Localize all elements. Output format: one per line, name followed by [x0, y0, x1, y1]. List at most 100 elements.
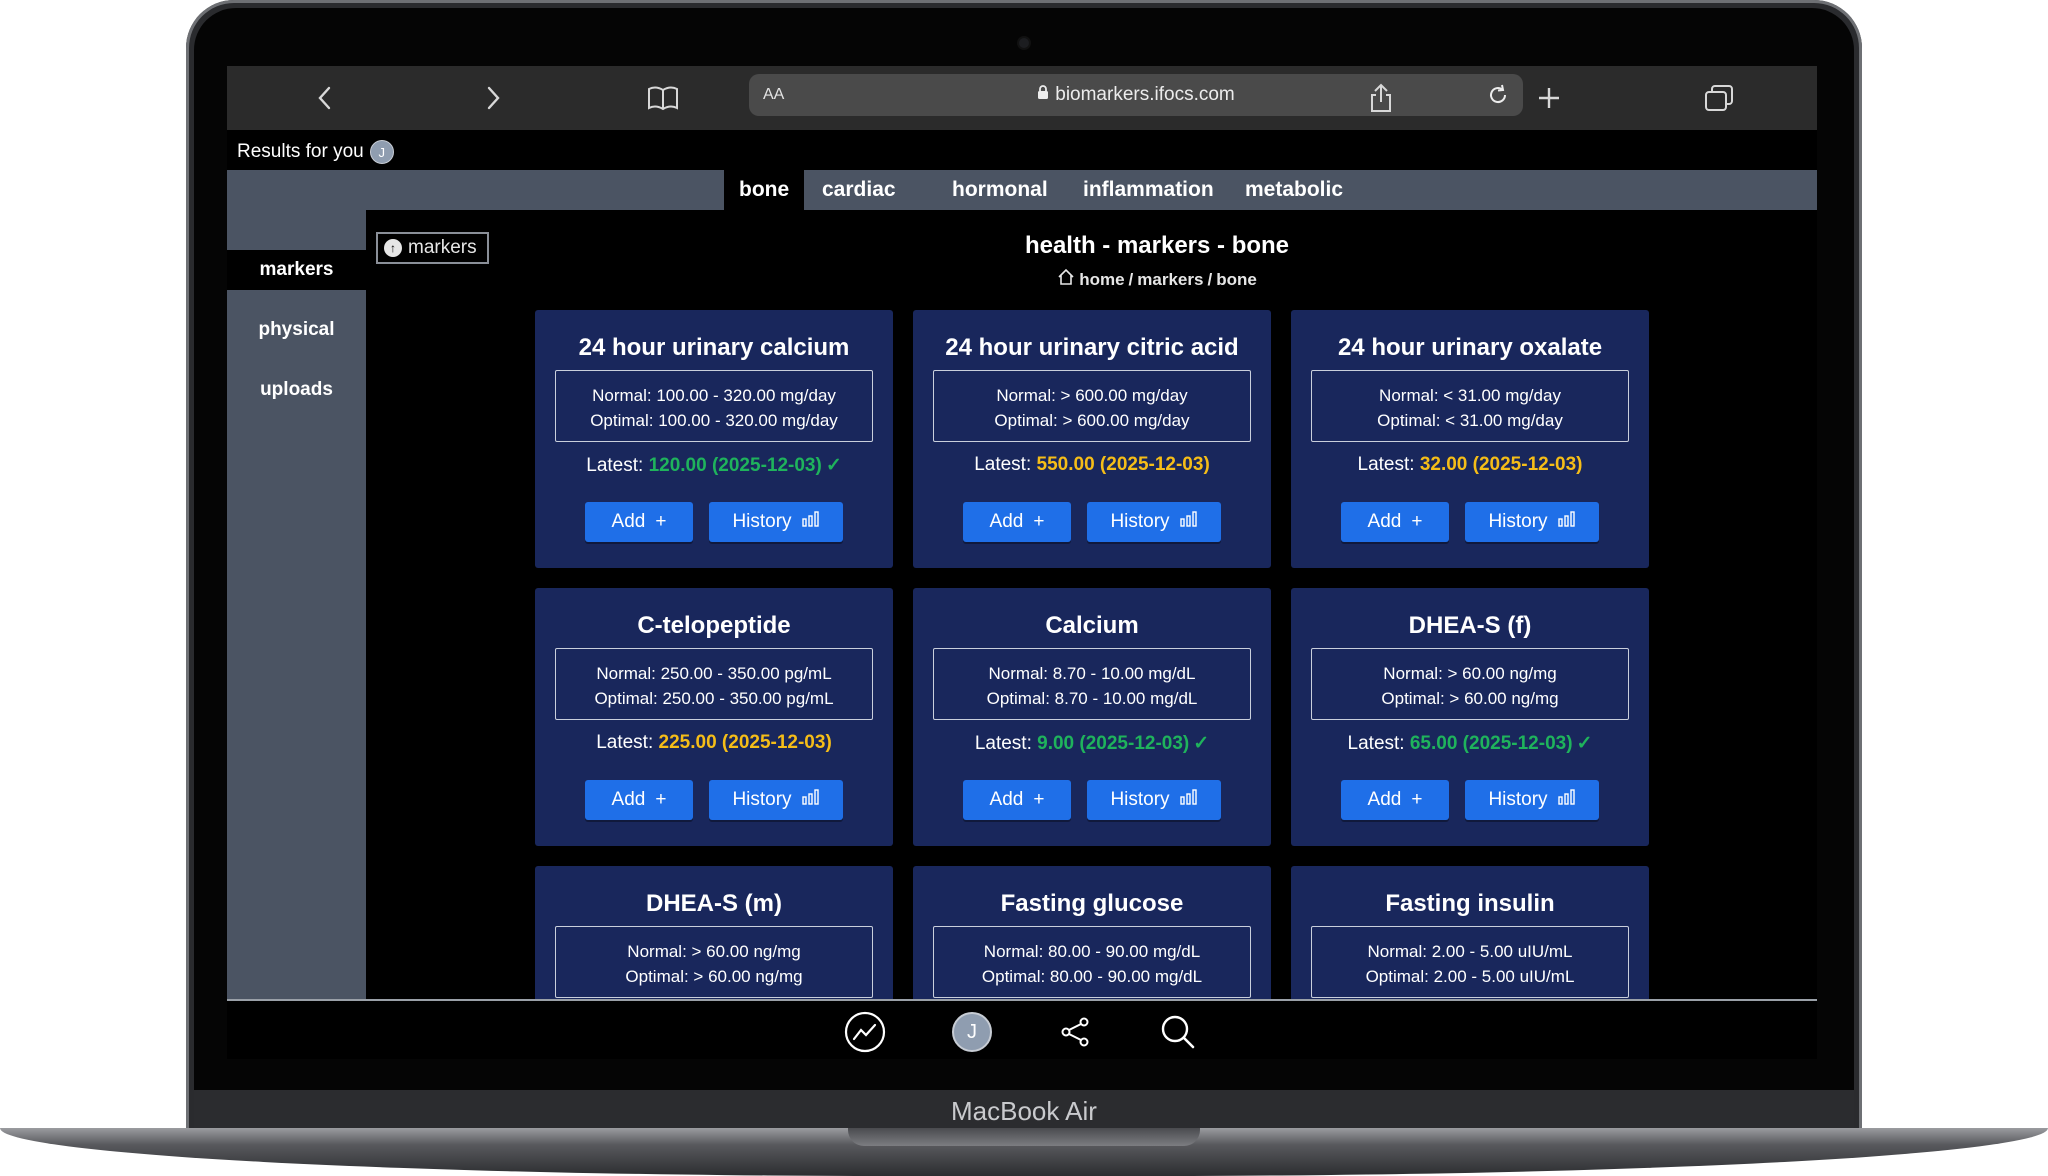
history-button[interactable]: History — [709, 780, 843, 820]
address-bar[interactable]: AA biomarkers.ifocs.com — [749, 74, 1523, 116]
breadcrumb-current: bone — [1216, 269, 1257, 289]
sidebar: markers physical uploads — [227, 210, 366, 1000]
reference-range: Normal: 80.00 - 90.00 mg/dL Optimal: 80.… — [933, 926, 1251, 998]
normal-range: Normal: 80.00 - 90.00 mg/dL — [983, 942, 1201, 961]
tab-inflammation[interactable]: inflammation — [1068, 170, 1229, 210]
category-tabs: bone cardiac hormonal inflammation metab… — [227, 170, 1817, 210]
breadcrumb-separator: / — [1128, 269, 1134, 289]
reload-icon[interactable] — [1483, 80, 1513, 110]
add-button[interactable]: Add + — [585, 502, 693, 542]
latest-value: 9.00 (2025-12-03) — [1037, 733, 1190, 754]
reference-range: Normal: > 60.00 ng/mg Optimal: > 60.00 n… — [1311, 648, 1629, 720]
bookmarks-icon[interactable] — [645, 80, 681, 116]
browser-toolbar: AA biomarkers.ifocs.com — [227, 66, 1817, 130]
marker-card: C-telopeptide Normal: 250.00 - 350.00 pg… — [535, 588, 893, 846]
optimal-range: Optimal: 100.00 - 320.00 mg/day — [590, 411, 838, 430]
share-nodes-icon[interactable] — [1054, 1011, 1096, 1053]
home-icon[interactable] — [1057, 268, 1075, 291]
search-icon[interactable] — [1157, 1011, 1199, 1053]
latest-result: Latest: 225.00 (2025-12-03) — [535, 732, 893, 754]
forward-icon[interactable] — [475, 80, 511, 116]
latest-result: Latest: 550.00 (2025-12-03) — [913, 454, 1271, 476]
add-button[interactable]: Add + — [963, 780, 1071, 820]
history-button[interactable]: History — [1087, 780, 1221, 820]
laptop-notch — [848, 1128, 1200, 1146]
breadcrumb-markers[interactable]: markers — [1137, 270, 1203, 290]
history-button[interactable]: History — [1087, 502, 1221, 542]
markers-badge[interactable]: ↑ markers — [376, 232, 489, 264]
add-button[interactable]: Add + — [1341, 780, 1449, 820]
page-title: health - markers - bone — [1024, 232, 1290, 259]
latest-result: Latest: 120.00 (2025-12-03) ✓ — [535, 454, 893, 477]
latest-value: 65.00 (2025-12-03) — [1409, 733, 1573, 754]
latest-label: Latest: — [1347, 733, 1405, 754]
trend-icon[interactable] — [844, 1011, 886, 1053]
history-button[interactable]: History — [1465, 502, 1599, 542]
breadcrumb-home[interactable]: home — [1079, 270, 1124, 290]
normal-range: Normal: > 600.00 mg/day — [996, 386, 1188, 405]
add-button[interactable]: Add + — [1341, 502, 1449, 542]
optimal-range: Optimal: 2.00 - 5.00 uIU/mL — [1365, 967, 1575, 986]
arrow-up-circle-icon: ↑ — [384, 239, 402, 257]
history-button[interactable]: History — [709, 502, 843, 542]
avatar[interactable]: J — [369, 140, 394, 164]
device-label: MacBook Air — [951, 1096, 1097, 1126]
reference-range: Normal: 100.00 - 320.00 mg/day Optimal: … — [555, 370, 873, 442]
share-icon[interactable] — [1363, 80, 1399, 116]
reference-range: Normal: 8.70 - 10.00 mg/dL Optimal: 8.70… — [933, 648, 1251, 720]
add-button[interactable]: Add + — [963, 502, 1071, 542]
sidebar-item-physical[interactable]: physical — [227, 310, 366, 350]
history-label: History — [732, 789, 792, 810]
history-label: History — [1110, 511, 1170, 532]
bottom-nav: J — [227, 999, 1817, 1059]
tab-metabolic[interactable]: metabolic — [1230, 170, 1358, 210]
tab-cardiac[interactable]: cardiac — [807, 170, 911, 210]
results-header: Results for you J — [237, 140, 394, 164]
card-title: DHEA-S (f) — [1408, 612, 1532, 639]
add-label: Add — [989, 789, 1024, 810]
reference-range: Normal: < 31.00 mg/day Optimal: < 31.00 … — [1311, 370, 1629, 442]
optimal-range: Optimal: > 60.00 ng/mg — [625, 967, 803, 986]
reference-range: Normal: > 60.00 ng/mg Optimal: > 60.00 n… — [555, 926, 873, 998]
optimal-range: Optimal: < 31.00 mg/day — [1377, 411, 1563, 430]
bar-chart-icon — [801, 511, 820, 533]
add-label: Add — [611, 511, 646, 532]
plus-icon: + — [1411, 789, 1423, 810]
bar-chart-icon — [1557, 789, 1576, 811]
reference-range: Normal: > 600.00 mg/day Optimal: > 600.0… — [933, 370, 1251, 442]
history-button[interactable]: History — [1465, 780, 1599, 820]
tab-hormonal[interactable]: hormonal — [937, 170, 1063, 210]
add-button[interactable]: Add + — [585, 780, 693, 820]
breadcrumb-separator: / — [1207, 269, 1213, 289]
normal-range: Normal: > 60.00 ng/mg — [627, 942, 801, 961]
new-tab-icon[interactable] — [1531, 80, 1567, 116]
card-title: Fasting glucose — [1000, 890, 1184, 917]
card-title: DHEA-S (m) — [646, 890, 782, 917]
lock-icon — [1037, 85, 1049, 104]
avatar[interactable]: J — [951, 1011, 993, 1053]
card-title: 24 hour urinary oxalate — [1337, 334, 1603, 361]
latest-label: Latest: — [586, 455, 644, 476]
history-label: History — [1488, 511, 1548, 532]
card-title: Fasting insulin — [1385, 890, 1555, 917]
sidebar-item-markers[interactable]: markers — [227, 250, 366, 290]
tabs-icon[interactable] — [1701, 80, 1737, 116]
latest-result: Latest: 32.00 (2025-12-03) — [1291, 454, 1649, 476]
plus-icon: + — [655, 511, 667, 532]
normal-range: Normal: 250.00 - 350.00 pg/mL — [596, 664, 832, 683]
normal-range: Normal: 2.00 - 5.00 uIU/mL — [1367, 942, 1573, 961]
plus-icon: + — [655, 789, 667, 810]
add-label: Add — [989, 511, 1024, 532]
card-title: 24 hour urinary citric acid — [945, 334, 1239, 361]
marker-card: 24 hour urinary citric acid Normal: > 60… — [913, 310, 1271, 568]
sidebar-item-uploads[interactable]: uploads — [227, 370, 366, 410]
markers-badge-label: markers — [408, 237, 477, 258]
normal-range: Normal: 8.70 - 10.00 mg/dL — [988, 664, 1196, 683]
latest-value: 225.00 (2025-12-03) — [658, 732, 832, 753]
history-label: History — [1110, 789, 1170, 810]
tab-bone[interactable]: bone — [724, 170, 805, 210]
normal-range: Normal: 100.00 - 320.00 mg/day — [592, 386, 836, 405]
back-icon[interactable] — [307, 80, 343, 116]
screen: AA biomarkers.ifocs.com Results for you … — [227, 66, 1817, 1059]
check-icon: ✓ — [825, 455, 842, 476]
